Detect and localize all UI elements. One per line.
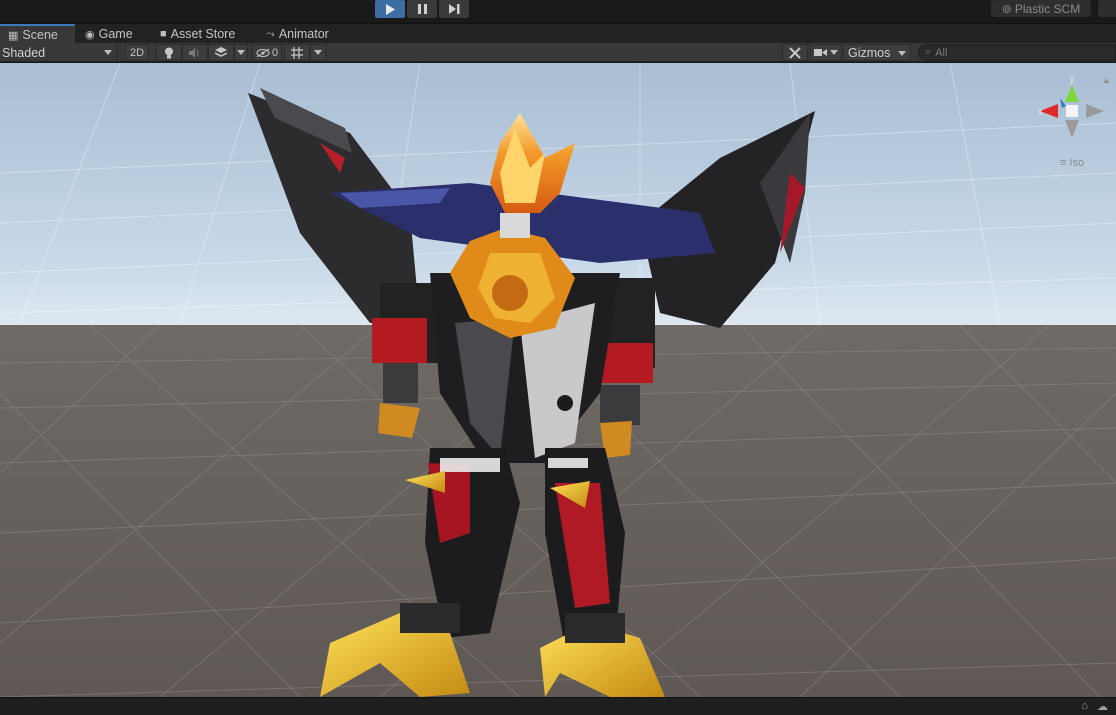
projection-label: Iso bbox=[1069, 157, 1085, 169]
cloud-icon[interactable]: ☁ bbox=[1097, 700, 1108, 713]
effects-toggle[interactable] bbox=[208, 44, 234, 61]
pause-button[interactable] bbox=[407, 0, 437, 18]
draw-mode-dropdown[interactable]: Shaded bbox=[0, 43, 118, 62]
tab-animator-label: Animator bbox=[278, 27, 329, 41]
grid-dropdown[interactable] bbox=[310, 44, 326, 61]
grid-toggle[interactable] bbox=[284, 44, 310, 61]
play-button[interactable] bbox=[375, 0, 405, 18]
cloud-button[interactable] bbox=[1098, 0, 1116, 17]
lock-icon[interactable]: ⌂ bbox=[1081, 700, 1088, 712]
camera-icon bbox=[814, 49, 827, 56]
effects-layers-icon bbox=[215, 47, 227, 57]
tab-scene-label: Scene bbox=[22, 28, 58, 42]
search-icon: ⌕ bbox=[925, 46, 932, 58]
window-tab-bar: ▦ Scene ◉ Game ■ Asset Store ⤳ Animator bbox=[0, 23, 1116, 44]
animator-icon: ⤳ bbox=[266, 27, 275, 40]
eye-hidden-icon bbox=[256, 48, 270, 57]
camera-settings-button[interactable] bbox=[810, 44, 842, 61]
plastic-scm-button[interactable]: ⊚ Plastic SCM bbox=[991, 0, 1091, 17]
gizmo-x-label: x bbox=[1037, 106, 1043, 118]
effects-dropdown[interactable] bbox=[234, 44, 248, 61]
chevron-down-icon bbox=[237, 50, 245, 55]
pause-icon bbox=[417, 4, 427, 14]
chevron-down-icon bbox=[104, 50, 112, 55]
search-input[interactable]: ⌕ All bbox=[918, 44, 1116, 61]
search-placeholder: All bbox=[935, 46, 948, 59]
step-icon bbox=[448, 4, 459, 14]
scene-viewport[interactable]: y x 🔒︎ ≡ Iso bbox=[0, 63, 1116, 697]
menu-lines-icon: ≡ bbox=[1060, 157, 1067, 169]
lock-icon[interactable]: 🔒︎ bbox=[1104, 75, 1109, 86]
tools-icon bbox=[789, 46, 801, 59]
tab-asset-store-label: Asset Store bbox=[170, 27, 236, 41]
play-icon bbox=[386, 3, 395, 15]
chevron-down-icon bbox=[898, 51, 906, 56]
plastic-scm-icon: ⊚ bbox=[1001, 1, 1012, 16]
hidden-objects-toggle[interactable]: 0 bbox=[252, 44, 282, 61]
scene-toolbar: Shaded 2D 0 Gizmos ⌕ All bbox=[0, 43, 1116, 62]
tab-scene[interactable]: ▦ Scene bbox=[0, 24, 75, 44]
tab-game-label: Game bbox=[98, 27, 133, 41]
chevron-down-icon bbox=[830, 50, 838, 55]
scene-render bbox=[0, 63, 1116, 697]
gizmo-y-label: y bbox=[1069, 73, 1075, 85]
play-controls bbox=[375, 0, 469, 18]
grid-icon bbox=[291, 46, 303, 59]
tab-game[interactable]: ◉ Game bbox=[77, 24, 141, 44]
play-toolbar: ⊚ Plastic SCM bbox=[0, 0, 1116, 20]
status-bar: ⌂ ☁ bbox=[0, 697, 1116, 715]
tab-asset-store[interactable]: ■ Asset Store bbox=[152, 24, 243, 44]
draw-mode-label: Shaded bbox=[2, 45, 46, 60]
step-button[interactable] bbox=[439, 0, 469, 18]
projection-toggle[interactable]: ≡ Iso bbox=[1060, 157, 1084, 169]
audio-icon bbox=[189, 47, 199, 58]
scene-grid-icon: ▦ bbox=[8, 29, 19, 42]
audio-toggle[interactable] bbox=[182, 44, 208, 61]
gizmos-dropdown[interactable]: Gizmos bbox=[843, 44, 911, 61]
tools-button[interactable] bbox=[782, 44, 808, 61]
lighting-toggle[interactable] bbox=[156, 44, 182, 61]
toggle-2d-button[interactable]: 2D bbox=[125, 44, 149, 61]
game-controller-icon: ◉ bbox=[85, 28, 95, 41]
toggle-2d-label: 2D bbox=[129, 46, 145, 59]
gizmos-label: Gizmos bbox=[848, 45, 891, 60]
hidden-count: 0 bbox=[271, 46, 279, 59]
tab-animator[interactable]: ⤳ Animator bbox=[258, 24, 337, 44]
plastic-scm-label: Plastic SCM bbox=[1014, 1, 1081, 16]
asset-store-bag-icon: ■ bbox=[160, 28, 167, 40]
chevron-down-icon bbox=[314, 50, 322, 55]
lightbulb-icon bbox=[165, 47, 173, 58]
